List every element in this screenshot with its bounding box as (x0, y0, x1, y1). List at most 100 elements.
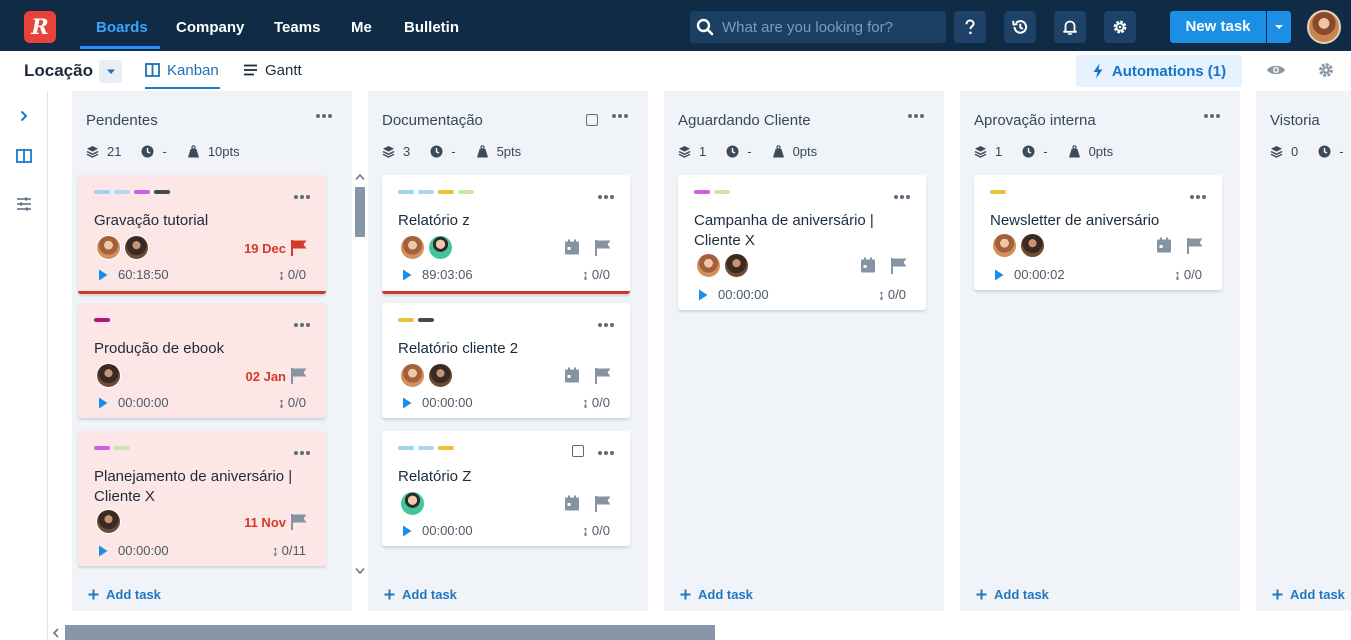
card-more-icon[interactable] (292, 189, 312, 205)
flag-icon[interactable] (290, 513, 308, 530)
avatar[interactable] (96, 363, 121, 388)
avatar[interactable] (400, 235, 425, 260)
nav-company[interactable]: Company (176, 0, 244, 51)
column-select-checkbox[interactable] (586, 114, 598, 126)
nav-boards[interactable]: Boards (96, 0, 148, 51)
flag-icon[interactable] (890, 257, 908, 274)
column-scrollbar-thumb[interactable] (355, 187, 365, 237)
calendar-icon[interactable] (564, 495, 580, 511)
card-more-icon[interactable] (892, 189, 912, 205)
card-timer[interactable]: 00:00:00 (698, 287, 769, 302)
task-card[interactable]: Planejamento de aniversário | Cliente X … (78, 431, 326, 566)
history-button[interactable] (1004, 11, 1036, 43)
card-more-icon[interactable] (1188, 189, 1208, 205)
card-timer[interactable]: 00:00:02 (994, 267, 1065, 282)
card-tag (714, 190, 730, 194)
scroll-up-icon[interactable] (355, 173, 365, 181)
card-timer[interactable]: 00:00:00 (98, 395, 169, 410)
rail-filters[interactable] (8, 192, 40, 216)
flag-icon[interactable] (1186, 237, 1204, 254)
card-due-date[interactable]: 02 Jan (246, 369, 286, 384)
notifications-button[interactable] (1054, 11, 1086, 43)
task-card[interactable]: Campanha de aniversário | Cliente X 00:0… (678, 175, 926, 310)
user-avatar[interactable] (1307, 10, 1341, 44)
calendar-icon[interactable] (564, 367, 580, 383)
card-due-date[interactable]: 19 Dec (244, 241, 286, 256)
new-task-dropdown[interactable] (1267, 11, 1291, 43)
avatar[interactable] (428, 363, 453, 388)
card-more-icon[interactable] (596, 317, 616, 333)
card-select-checkbox[interactable] (572, 445, 584, 457)
avatar[interactable] (96, 509, 121, 534)
card-timer[interactable]: 89:03:06 (402, 267, 473, 282)
kanban-icon (145, 63, 160, 77)
scroll-down-icon[interactable] (355, 567, 365, 575)
avatar[interactable] (124, 235, 149, 260)
avatar[interactable] (992, 233, 1017, 258)
card-timer[interactable]: 00:00:00 (98, 543, 169, 558)
card-timer[interactable]: 00:00:00 (402, 523, 473, 538)
card-more-icon[interactable] (596, 189, 616, 205)
avatar[interactable] (696, 253, 721, 278)
search-input[interactable] (722, 11, 940, 43)
board-selector-dropdown[interactable] (99, 60, 122, 83)
task-card[interactable]: Relatório cliente 2 00:00:00 ↨ 0/0 (382, 303, 630, 418)
column-more-icon[interactable] (314, 108, 334, 124)
task-card[interactable]: Relatório Z 00:00:00 ↨ 0/0 (382, 431, 630, 546)
flag-icon[interactable] (290, 367, 308, 384)
tab-gantt[interactable]: Gantt (243, 51, 302, 89)
nav-bulletin[interactable]: Bulletin (404, 0, 459, 51)
calendar-icon[interactable] (860, 257, 876, 273)
column-more-icon[interactable] (1202, 108, 1222, 124)
calendar-icon[interactable] (564, 239, 580, 255)
card-subtasks: ↨ 0/11 (272, 543, 306, 558)
tab-kanban[interactable]: Kanban (145, 51, 219, 89)
avatar[interactable] (724, 253, 749, 278)
board-scrollbar-thumb[interactable] (65, 625, 715, 640)
avatar[interactable] (400, 363, 425, 388)
task-card[interactable]: Gravação tutorial 19 Dec 60:18:50 ↨ 0/0 (78, 175, 326, 294)
automations-button[interactable]: Automations (1) (1076, 55, 1242, 87)
task-card[interactable]: Produção de ebook 02 Jan 00:00:00 ↨ 0/0 (78, 303, 326, 418)
card-timer[interactable]: 60:18:50 (98, 267, 169, 282)
help-button[interactable] (954, 11, 986, 43)
add-task-button[interactable]: Add task (88, 587, 161, 602)
flag-icon[interactable] (594, 239, 612, 256)
avatar[interactable] (428, 235, 453, 260)
flag-icon[interactable] (290, 239, 308, 256)
card-timer[interactable]: 00:00:00 (402, 395, 473, 410)
rail-kanban-view[interactable] (8, 144, 40, 168)
column-more-icon[interactable] (610, 108, 630, 124)
board-settings-button[interactable] (1317, 61, 1335, 84)
card-more-icon[interactable] (292, 317, 312, 333)
avatar[interactable] (400, 491, 425, 516)
add-task-button[interactable]: Add task (1272, 587, 1345, 602)
card-more-icon[interactable] (292, 445, 312, 461)
card-more-icon[interactable] (596, 445, 616, 461)
app-logo[interactable]: R (24, 11, 56, 43)
watch-button[interactable] (1266, 63, 1286, 82)
avatar[interactable] (96, 235, 121, 260)
card-title: Campanha de aniversário | Cliente X (694, 212, 874, 249)
nav-me[interactable]: Me (351, 0, 372, 51)
calendar-icon[interactable] (1156, 237, 1172, 253)
scroll-left-icon[interactable] (52, 628, 60, 638)
expand-rail-button[interactable] (8, 104, 40, 128)
add-task-button[interactable]: Add task (680, 587, 753, 602)
flag-icon[interactable] (594, 495, 612, 512)
card-tag (94, 318, 110, 322)
card-title: Newsletter de aniversário (990, 212, 1160, 229)
add-task-button[interactable]: Add task (384, 587, 457, 602)
weight-icon (476, 144, 488, 157)
column-task-count: 21 (107, 143, 122, 159)
add-task-button[interactable]: Add task (976, 587, 1049, 602)
new-task-button[interactable]: New task (1170, 11, 1266, 43)
column-more-icon[interactable] (906, 108, 926, 124)
avatar[interactable] (1020, 233, 1045, 258)
nav-teams[interactable]: Teams (274, 0, 320, 51)
task-card[interactable]: Newsletter de aniversário 00:00:02 ↨ 0/0 (974, 175, 1222, 290)
flag-icon[interactable] (594, 367, 612, 384)
task-card[interactable]: Relatório z 89:03:06 ↨ 0/0 (382, 175, 630, 294)
settings-button[interactable] (1104, 11, 1136, 43)
card-due-date[interactable]: 11 Nov (244, 515, 286, 530)
